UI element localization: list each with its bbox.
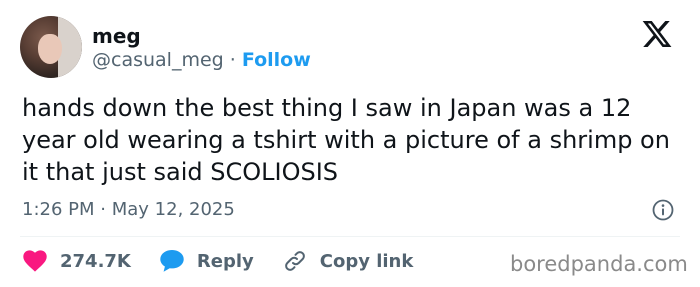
avatar[interactable]	[20, 16, 82, 78]
tweet-text: hands down the best thing I saw in Japan…	[22, 94, 670, 186]
handle-row: @casual_meg · Follow	[92, 49, 311, 71]
like-button[interactable]: 274.7K	[22, 249, 131, 273]
reply-label: Reply	[196, 250, 254, 272]
speech-bubble-icon	[159, 249, 185, 273]
tweet-card: meg @casual_meg · Follow hands down the …	[0, 0, 700, 287]
info-icon[interactable]	[651, 198, 675, 222]
tweet-timestamp[interactable]: 1:26 PM · May 12, 2025	[22, 199, 235, 221]
link-icon	[282, 249, 308, 273]
watermark: boredpanda.com	[510, 252, 688, 276]
tweet-time: 1:26 PM	[22, 199, 95, 220]
timestamp-separator: ·	[100, 199, 106, 220]
copy-link-label: Copy link	[319, 250, 414, 272]
action-bar: 274.7K Reply Copy link	[22, 248, 441, 274]
copy-link-button[interactable]: Copy link	[282, 249, 414, 273]
like-count: 274.7K	[60, 250, 131, 272]
display-name[interactable]: meg	[92, 24, 141, 48]
handle-separator: ·	[229, 49, 236, 71]
divider	[20, 236, 680, 237]
user-handle[interactable]: @casual_meg	[92, 49, 224, 71]
avatar-face	[38, 34, 62, 64]
tweet-date: May 12, 2025	[111, 199, 235, 220]
heart-icon	[22, 249, 48, 273]
reply-button[interactable]: Reply	[159, 249, 254, 273]
x-logo-icon[interactable]	[640, 18, 674, 50]
follow-button[interactable]: Follow	[242, 49, 311, 71]
